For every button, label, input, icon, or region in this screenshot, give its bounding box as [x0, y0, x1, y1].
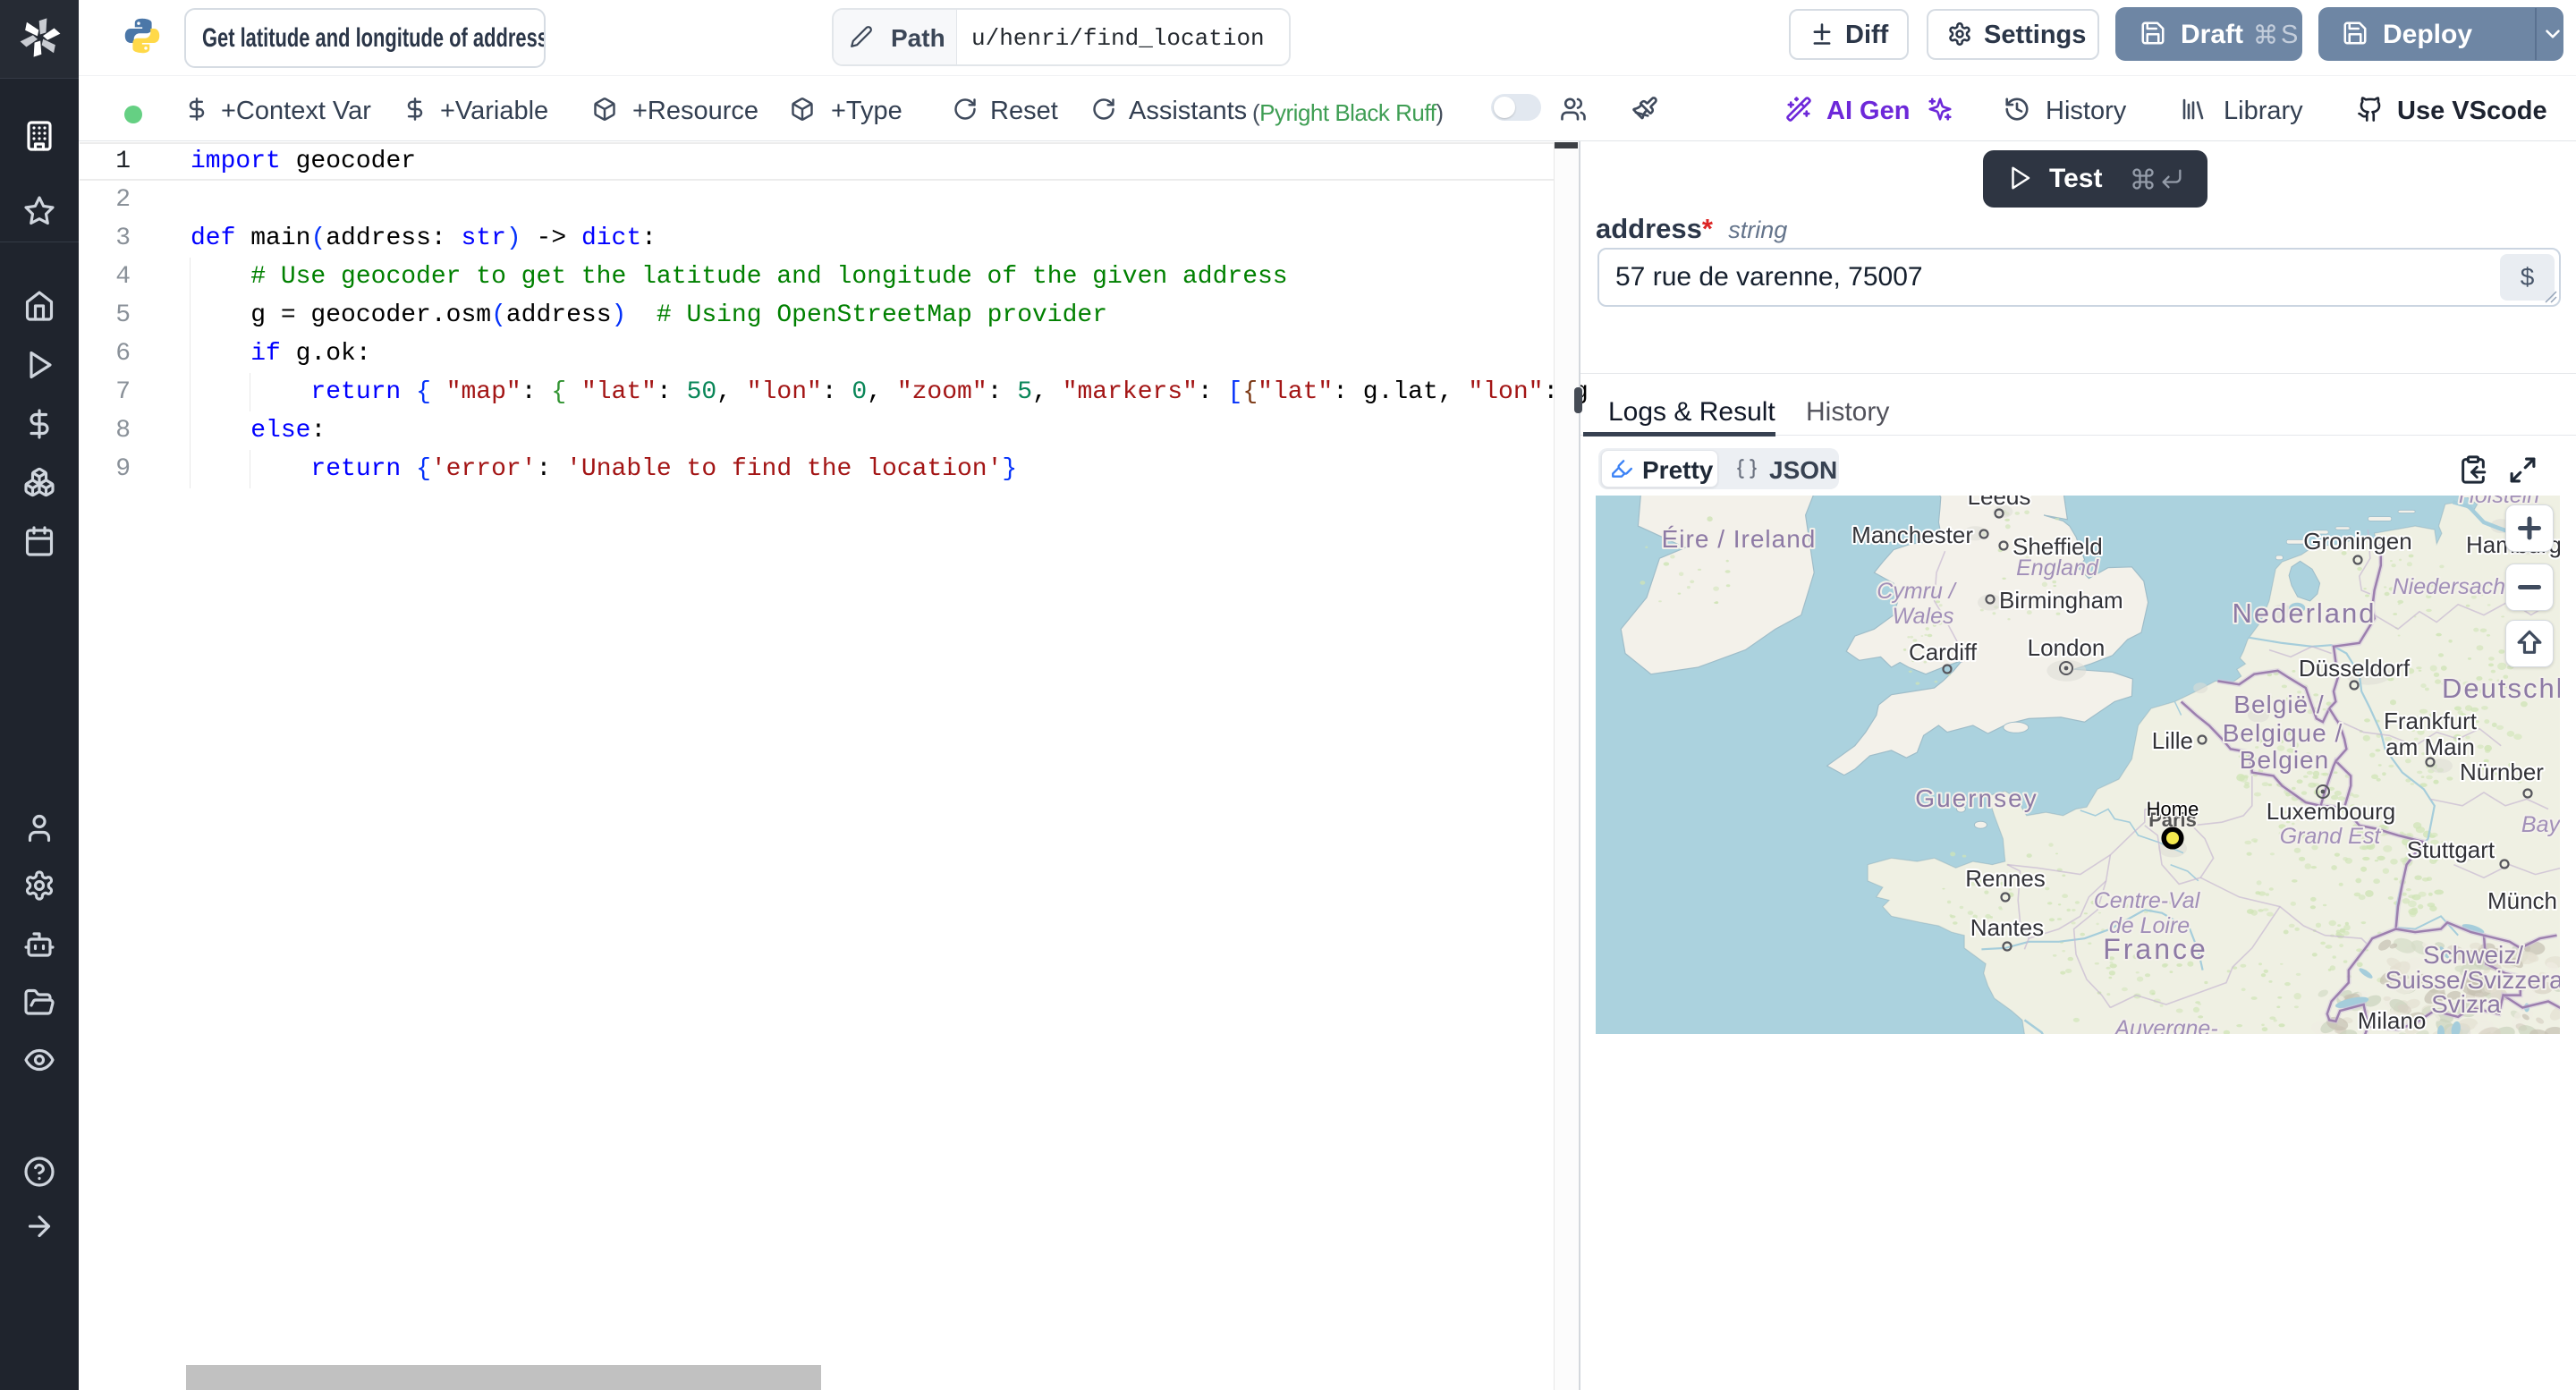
svg-text:am Main: am Main	[2385, 733, 2475, 760]
svg-text:Deutschlan: Deutschlan	[2442, 673, 2560, 704]
svg-text:Stuttgart: Stuttgart	[2407, 836, 2496, 863]
svg-text:Guernsey: Guernsey	[1915, 784, 2038, 812]
svg-text:Nürnber: Nürnber	[2460, 759, 2544, 785]
svg-text:Svizra: Svizra	[2431, 990, 2501, 1018]
svg-text:Nederland: Nederland	[2232, 598, 2376, 629]
svg-text:Manchester: Manchester	[1852, 521, 1973, 548]
svg-text:Cardiff: Cardiff	[1909, 639, 1978, 665]
svg-text:Éire / Ireland: Éire / Ireland	[1662, 525, 1817, 553]
svg-text:Grand Est: Grand Est	[2280, 824, 2382, 849]
svg-text:Lille: Lille	[2152, 727, 2193, 754]
svg-text:London: London	[2028, 634, 2106, 661]
svg-text:Auvergne-: Auvergne-	[2113, 1016, 2217, 1034]
svg-text:Belgien: Belgien	[2240, 746, 2329, 774]
svg-text:België /: België /	[2233, 691, 2324, 718]
svg-text:Cymru /: Cymru /	[1877, 579, 1958, 604]
svg-text:England: England	[2016, 555, 2099, 581]
svg-text:Groningen: Groningen	[2303, 528, 2411, 555]
svg-text:Leeds: Leeds	[1968, 496, 2031, 510]
svg-text:Bay: Bay	[2521, 812, 2560, 837]
svg-text:Luxembourg: Luxembourg	[2267, 798, 2396, 825]
svg-text:de Loire: de Loire	[2109, 913, 2190, 938]
svg-text:Frankfurt: Frankfurt	[2384, 708, 2478, 734]
svg-text:Münch: Münch	[2487, 887, 2557, 914]
svg-text:Birmingham: Birmingham	[1999, 587, 2123, 614]
svg-text:Milano: Milano	[2358, 1007, 2427, 1034]
svg-text:Belgique /: Belgique /	[2223, 719, 2343, 747]
svg-text:Schweiz/: Schweiz/	[2423, 941, 2523, 969]
svg-text:Düsseldorf: Düsseldorf	[2299, 655, 2411, 682]
svg-text:Wales: Wales	[1892, 604, 1953, 629]
svg-text:Nantes: Nantes	[1970, 914, 2044, 941]
svg-text:Home: Home	[2147, 798, 2199, 820]
svg-text:Rennes: Rennes	[1965, 865, 2046, 892]
svg-text:Centre-Val: Centre-Val	[2094, 888, 2201, 913]
